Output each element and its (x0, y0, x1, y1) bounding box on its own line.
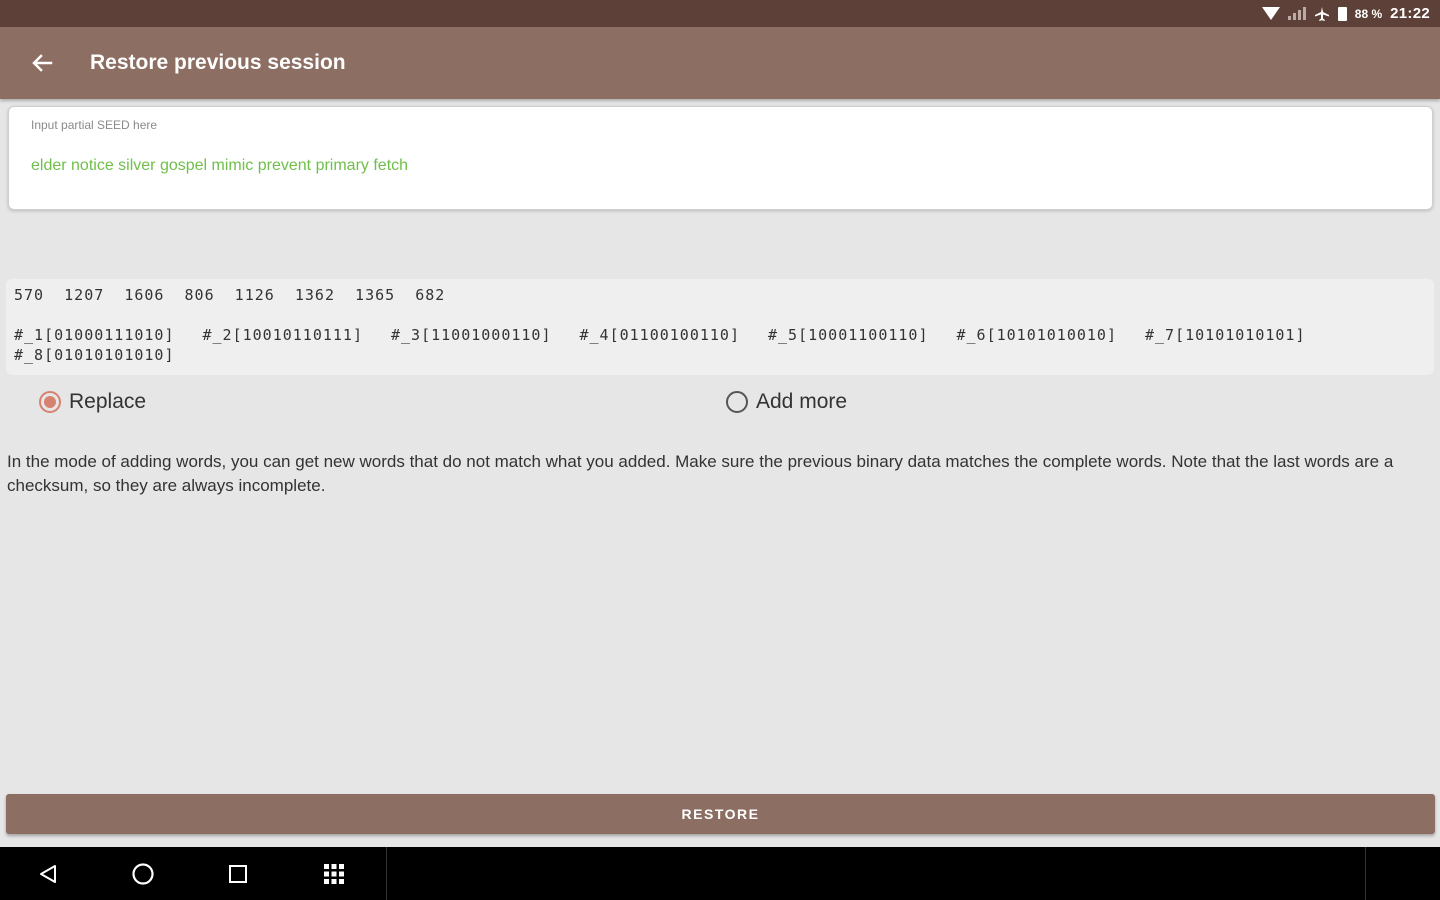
seed-input-hint: Input partial SEED here (31, 118, 158, 132)
radio-add-more[interactable]: Add more (726, 390, 847, 414)
radio-replace[interactable]: Replace (39, 390, 146, 414)
wifi-icon (1261, 7, 1280, 20)
radio-add-more-label: Add more (756, 390, 848, 413)
binary-word: #_3[11001000110] (391, 326, 552, 344)
nav-back-button[interactable] (23, 847, 73, 900)
arrow-left-icon (32, 54, 53, 72)
page-title: Restore previous session (90, 51, 346, 74)
nav-apps-button[interactable] (309, 847, 359, 900)
binary-word: #_1[01000111010] (14, 326, 175, 344)
nav-home-button[interactable] (118, 847, 168, 900)
binary-word: #_8[01010101010] (14, 346, 175, 364)
nav-divider (386, 847, 387, 900)
mode-note: In the mode of adding words, you can get… (7, 452, 1394, 495)
signal-icon (1287, 7, 1306, 20)
seed-input[interactable] (31, 157, 1411, 175)
battery-icon (1337, 6, 1347, 21)
clock: 21:22 (1390, 5, 1430, 22)
binary-word-list: #_1[01000111010] #_2[10010110111] #_3[11… (14, 326, 1424, 364)
apps-grid-icon (324, 863, 344, 884)
nav-recents-button[interactable] (213, 847, 263, 900)
radio-add-more-circle[interactable] (726, 391, 748, 413)
app-bar: Restore previous session (0, 27, 1440, 99)
restore-button[interactable]: RESTORE (6, 794, 1435, 834)
home-circle-icon (132, 862, 154, 885)
system-nav-bar (0, 847, 1440, 900)
binary-word: #_6[10101010010] (956, 326, 1117, 344)
word-index-numbers: 570 1207 1606 806 1126 1362 1365 682 (14, 286, 446, 304)
binary-word: #_5[10001100110] (768, 326, 929, 344)
nav-divider (1365, 847, 1366, 900)
binary-word: #_4[01100100110] (579, 326, 740, 344)
binary-word: #_7[10101010101] (1145, 326, 1306, 344)
radio-replace-label: Replace (69, 390, 147, 413)
back-triangle-icon (40, 864, 56, 883)
airplane-icon (1314, 6, 1330, 22)
recents-square-icon (229, 864, 247, 883)
binary-word: #_2[10010110111] (202, 326, 363, 344)
radio-replace-circle[interactable] (39, 391, 61, 413)
status-bar: 88 % 21:22 (0, 0, 1440, 27)
binary-output-panel: 570 1207 1606 806 1126 1362 1365 682 #_1… (6, 279, 1434, 375)
battery-percent: 88 % (1354, 6, 1383, 21)
back-button[interactable] (22, 43, 62, 83)
seed-input-card: Input partial SEED here (8, 106, 1433, 210)
